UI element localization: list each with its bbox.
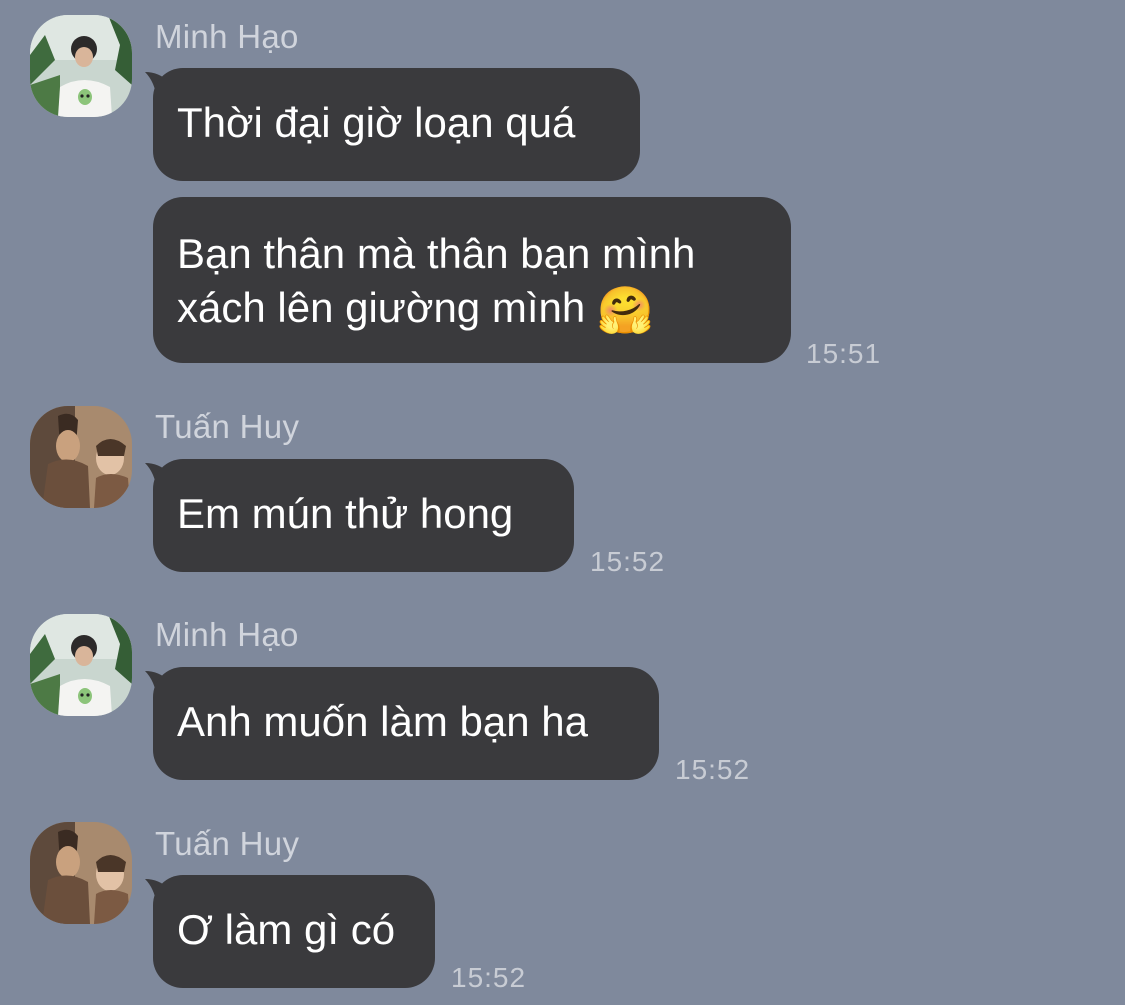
avatar-photo-icon — [30, 614, 132, 716]
avatar-minh-hao[interactable] — [30, 15, 132, 117]
message-text: Em mún thử hong — [177, 490, 514, 537]
hugging-face-icon: 🤗 — [596, 284, 655, 336]
message-text: xách lên giường mình — [177, 284, 586, 331]
message-text-line: Bạn thân mà thân bạn mình — [177, 230, 696, 277]
message-bubble[interactable]: Em mún thử hong — [153, 459, 574, 572]
avatar-tuan-huy[interactable] — [30, 406, 132, 508]
sender-name: Minh Hạo — [155, 616, 299, 653]
avatar-photo-icon — [30, 406, 132, 508]
sender-name: Minh Hạo — [155, 18, 299, 55]
message-text: Thời đại giờ loạn quá — [177, 99, 576, 146]
message-text: Anh muốn làm bạn ha — [177, 698, 588, 745]
avatar-photo-icon — [30, 822, 132, 924]
message-timestamp: 15:51 — [806, 338, 882, 369]
message-text: Ơ làm gì có — [177, 906, 396, 953]
avatar-photo-icon — [30, 15, 132, 117]
message-timestamp: 15:52 — [451, 962, 527, 993]
message-bubble[interactable]: Bạn thân mà thân bạn mình xách lên giườn… — [153, 197, 791, 363]
message-timestamp: 15:52 — [590, 546, 666, 577]
sender-name: Tuấn Huy — [155, 825, 300, 862]
avatar-tuan-huy[interactable] — [30, 822, 132, 924]
message-bubble[interactable]: Ơ làm gì có — [153, 875, 435, 988]
avatar-minh-hao[interactable] — [30, 614, 132, 716]
sender-name: Tuấn Huy — [155, 408, 300, 445]
message-timestamp: 15:52 — [675, 754, 751, 785]
message-bubble[interactable]: Thời đại giờ loạn quá — [153, 68, 640, 181]
message-bubble[interactable]: Anh muốn làm bạn ha — [153, 667, 659, 780]
message-text-line-2: xách lên giường mình 🤗 — [177, 281, 767, 337]
